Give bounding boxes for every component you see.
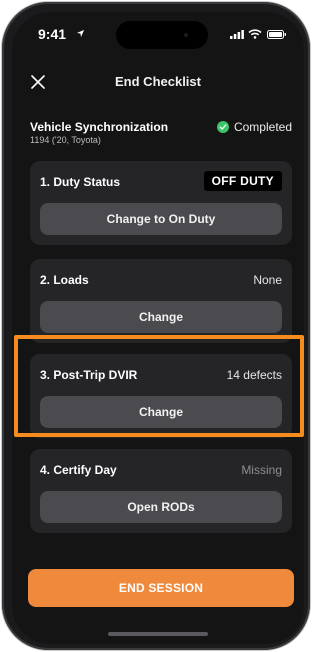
change-loads-button[interactable]: Change — [40, 301, 282, 333]
status-bar: 9:41 — [12, 12, 304, 56]
card-title: 1. Duty Status — [40, 175, 121, 189]
app-screen: 9:41 End Checklist Vehicle Synchronizati… — [12, 12, 304, 644]
duty-status-card: 1. Duty Status OFF DUTY Change to On Dut… — [30, 161, 292, 245]
header: End Checklist — [12, 72, 304, 100]
highlight-box — [14, 335, 304, 437]
sync-status-label: Completed — [233, 120, 292, 134]
card-title: 4. Certify Day — [40, 463, 117, 477]
status-time: 9:41 — [38, 26, 67, 42]
location-arrow-icon — [76, 29, 85, 38]
end-session-button[interactable]: END SESSION — [28, 569, 294, 607]
wifi-icon — [248, 29, 262, 39]
loads-card: 2. Loads None Change — [30, 259, 292, 343]
vehicle-sync-section: Vehicle Synchronization 1194 ('20, Toyot… — [30, 120, 292, 154]
page-title: End Checklist — [115, 74, 201, 89]
camera-dot — [184, 33, 188, 37]
phone-frame: 9:41 End Checklist Vehicle Synchronizati… — [2, 2, 310, 650]
check-circle-icon — [216, 121, 229, 133]
battery-icon — [267, 30, 286, 39]
dynamic-island — [116, 21, 208, 49]
loads-value: None — [253, 273, 282, 287]
duty-status-badge: OFF DUTY — [203, 171, 282, 191]
home-indicator — [108, 632, 208, 636]
certify-day-card: 4. Certify Day Missing Open RODs — [30, 449, 292, 533]
change-to-on-duty-button[interactable]: Change to On Duty — [40, 203, 282, 235]
open-rods-button[interactable]: Open RODs — [40, 491, 282, 523]
card-title: 2. Loads — [40, 273, 89, 287]
cellular-signal-icon — [230, 30, 244, 39]
sync-title: Vehicle Synchronization — [30, 120, 169, 134]
certify-status-value: Missing — [241, 463, 282, 477]
sync-status: Completed — [216, 120, 292, 134]
vehicle-info: 1194 ('20, Toyota) — [30, 135, 101, 145]
